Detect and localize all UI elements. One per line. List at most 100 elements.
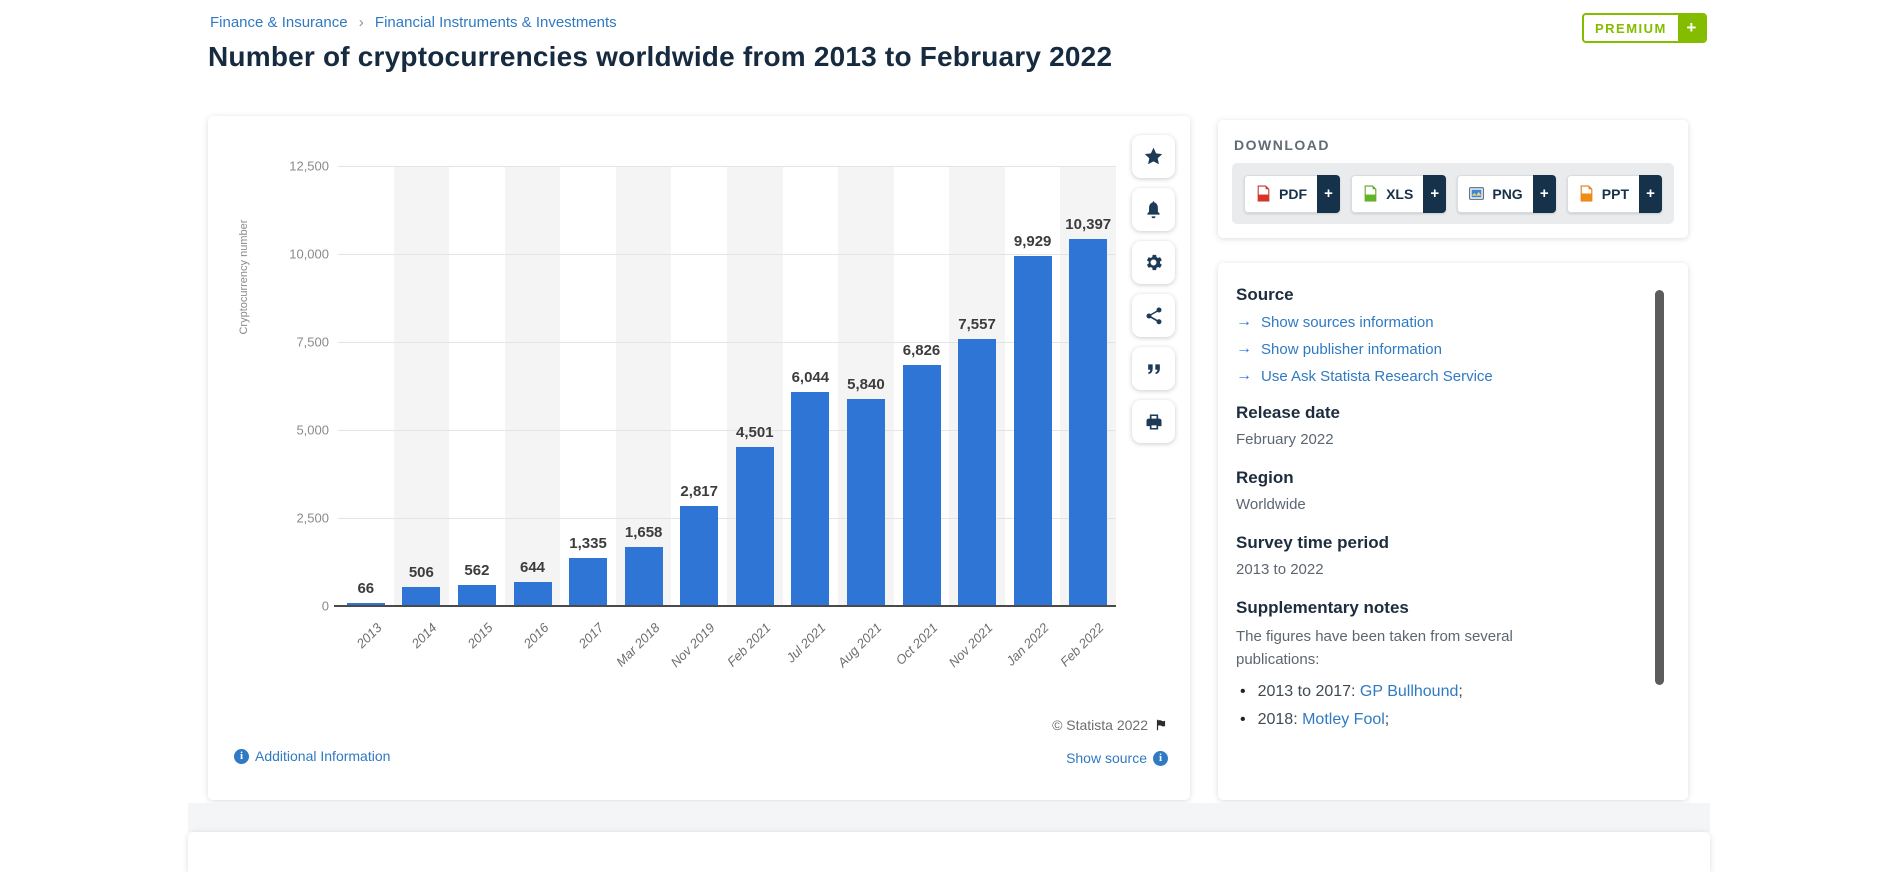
y-axis-tick-label: 2,500 [296,511,329,526]
print-icon [1144,412,1164,432]
share-button[interactable] [1132,294,1175,337]
bar-value-label: 5,840 [847,376,885,393]
bar-jul-2021[interactable] [791,392,829,605]
bar-2014[interactable] [402,587,440,605]
release-date-heading: Release date [1236,403,1666,423]
download-format-label: PDF [1279,186,1307,202]
gridline [338,254,1116,255]
x-axis-tick-label: Mar 2018 [613,620,662,669]
x-axis-tick-label: Feb 2022 [1057,620,1106,669]
bar-value-label: 2,817 [680,483,718,500]
bar-value-label: 1,335 [569,535,607,552]
bar-nov-2021[interactable] [958,339,996,605]
bar-oct-2021[interactable] [903,365,941,605]
bullet-icon: • [1240,711,1246,729]
y-axis-tick-label: 7,500 [296,335,329,350]
bar-2015[interactable] [458,585,496,605]
source-heading: Source [1236,285,1666,305]
chart-actions-toolbar [1132,135,1175,443]
bell-button[interactable] [1132,188,1175,231]
notes-bullet-item: • 2018: Motley Fool; [1240,711,1666,729]
y-axis-tick-label: 10,000 [289,247,329,262]
bar-nov-2019[interactable] [680,506,718,605]
arrow-right-icon: → [1236,340,1252,358]
xls-file-icon [1362,185,1379,202]
star-button[interactable] [1132,135,1175,178]
download-format-label: PPT [1602,186,1629,202]
x-axis-tick-label: 2014 [409,620,440,651]
source-link-label: Show publisher information [1261,341,1442,358]
bar-2016[interactable] [514,582,552,605]
plot-band [505,166,561,606]
premium-badge[interactable]: PREMIUM + [1582,13,1707,43]
bar-chart-plot: 02,5005,0007,50010,00012,500662013506201… [338,166,1116,606]
plus-icon: + [1533,175,1556,213]
plot-band [394,166,450,606]
source-link-label: Show sources information [1261,314,1434,331]
pdf-file-icon [1255,185,1272,202]
gridline [338,430,1116,431]
source-link[interactable]: →Use Ask Statista Research Service [1236,367,1666,385]
region-value: Worldwide [1236,496,1666,513]
gear-button[interactable] [1132,241,1175,284]
bar-value-label: 644 [520,559,545,576]
y-axis-tick-label: 12,500 [289,159,329,174]
bell-icon [1143,199,1164,220]
share-icon [1144,306,1164,326]
quote-button[interactable] [1132,347,1175,390]
breadcrumb-separator: › [359,14,364,31]
download-card: DOWNLOAD PDF+XLS+PNG+PPT+ [1218,120,1688,238]
arrow-right-icon: → [1236,367,1252,385]
bar-aug-2021[interactable] [847,399,885,605]
source-details-card: Source →Show sources information→Show pu… [1218,263,1688,800]
info-icon: i [1153,751,1168,766]
quote-icon [1144,359,1164,379]
survey-period-heading: Survey time period [1236,533,1666,553]
gridline [338,518,1116,519]
x-axis-tick-label: Oct 2021 [892,620,940,668]
bar-feb-2021[interactable] [736,447,774,605]
bullet-source-link[interactable]: GP Bullhound [1360,683,1458,700]
download-ppt-button[interactable]: PPT+ [1567,175,1662,213]
x-axis-tick-label: Aug 2021 [835,620,885,670]
download-xls-button[interactable]: XLS + [1351,175,1446,213]
breadcrumb-link-finance[interactable]: Finance & Insurance [210,14,348,31]
show-source-link[interactable]: Show source i [1066,750,1168,766]
download-png-button[interactable]: PNG+ [1457,175,1555,213]
source-link[interactable]: → Show publisher information [1236,340,1666,358]
gridline [338,342,1116,343]
supplementary-notes-text: The figures have been taken from several… [1236,626,1536,671]
copyright-notice: © Statista 2022 [1052,717,1168,733]
bar-2017[interactable] [569,558,607,605]
bar-jan-2022[interactable] [1014,256,1052,606]
bullet-text: 2018: Motley Fool; [1258,711,1390,729]
y-axis-tick-label: 0 [322,599,329,614]
source-link[interactable]: →Show sources information [1236,313,1666,331]
download-format-label: XLS [1386,186,1413,202]
x-axis-tick-label: Nov 2021 [946,620,996,670]
download-heading: DOWNLOAD [1234,137,1330,153]
flag-icon[interactable] [1154,718,1168,732]
additional-information-link[interactable]: i Additional Information [234,748,390,764]
bullet-text: 2013 to 2017: GP Bullhound; [1258,683,1463,701]
notes-bullet-item: •2013 to 2017: GP Bullhound; [1240,683,1666,701]
breadcrumb-link-instruments[interactable]: Financial Instruments & Investments [375,14,617,31]
print-button[interactable] [1132,400,1175,443]
bullet-source-link[interactable]: Motley Fool [1302,711,1385,728]
x-axis-tick-label: Jan 2022 [1003,620,1051,668]
section-gap [188,803,1710,832]
breadcrumb: Finance & Insurance › Financial Instrume… [210,14,617,31]
bar-mar-2018[interactable] [625,547,663,605]
y-axis-title: Cryptocurrency number [238,220,250,335]
info-icon: i [234,749,249,764]
scrollbar-thumb[interactable] [1655,290,1664,685]
star-icon [1143,146,1164,167]
x-axis-tick-label: Nov 2019 [668,620,718,670]
supplementary-notes-heading: Supplementary notes [1236,598,1666,618]
bar-value-label: 7,557 [958,316,996,333]
plus-icon: + [1423,175,1446,213]
bar-feb-2022[interactable] [1069,239,1107,605]
download-pdf-button[interactable]: PDF+ [1244,175,1340,213]
bar-value-label: 9,929 [1014,233,1052,250]
bar-value-label: 506 [409,564,434,581]
